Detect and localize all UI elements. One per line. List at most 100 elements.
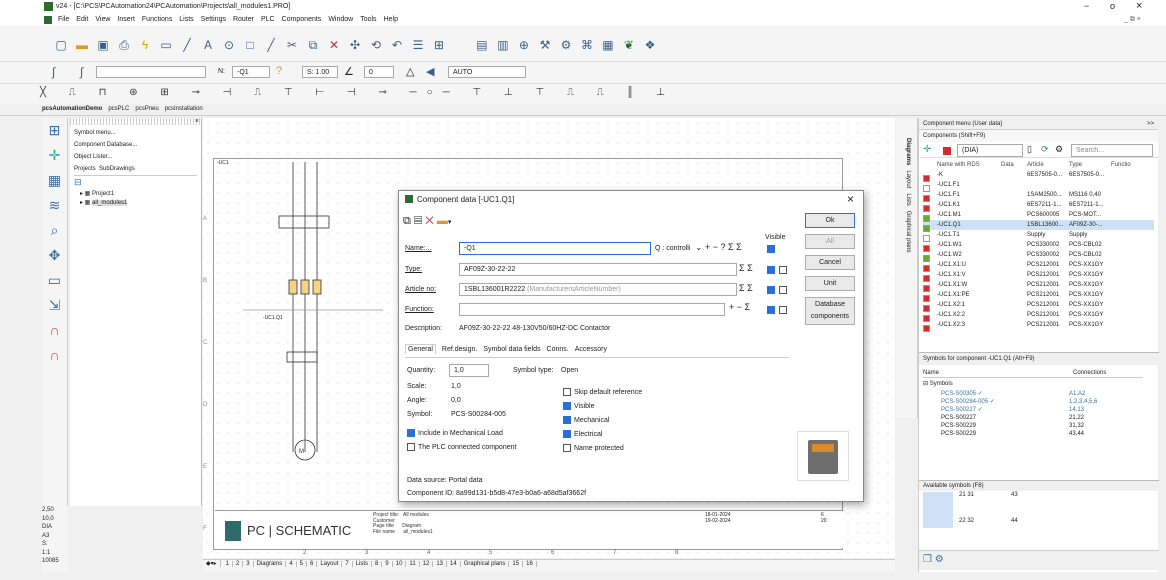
available-symbols[interactable]: 21 31 43 22 32 44 xyxy=(923,492,1149,532)
cancel-button[interactable]: Cancel xyxy=(805,255,855,270)
tree-item-all-modules[interactable]: all_modules1 xyxy=(92,200,128,206)
plus-list-icon[interactable]: ⊕ xyxy=(515,36,533,54)
tab-projects[interactable]: Projects xyxy=(74,166,96,172)
menu-item-edit[interactable]: Edit xyxy=(76,16,88,23)
col-name[interactable]: Name with RDS xyxy=(937,160,1001,170)
refresh-icon[interactable]: ⟳ xyxy=(1041,144,1049,155)
menu-item-router[interactable]: Router xyxy=(233,16,254,23)
panel-close-icon[interactable]: × xyxy=(195,118,199,125)
copy-icon[interactable]: ⧉ xyxy=(304,36,322,54)
tab-layout[interactable]: Layout xyxy=(905,170,911,188)
sym-col-name[interactable]: Name xyxy=(923,368,1073,378)
page-tab[interactable]: 11 xyxy=(406,561,420,567)
page-tab[interactable]: Diagrams xyxy=(254,561,287,567)
component-row[interactable]: -UC1.F1 1SAM2500... MS116 0,40 xyxy=(923,190,1154,202)
database-components-button[interactable]: Database components xyxy=(805,297,855,325)
name-input[interactable]: -Q1 xyxy=(459,242,651,255)
page-tab[interactable]: 10 xyxy=(393,561,407,567)
symbol-strip[interactable]: ╳ ⎍ ⊓ ⊛ ⊞ ⊸ ⊣ ⎍ ⊤ ⊢ ⊣ ⊸ ─○─ ⊤ ⊥ ⊤ ⎍ ⎍ ║ … xyxy=(40,87,675,98)
filter-icon[interactable]: ▯ xyxy=(1027,144,1032,155)
dialog-close-icon[interactable]: × xyxy=(847,192,854,206)
include-mech-checkbox[interactable] xyxy=(407,429,415,437)
component-row[interactable]: -UC1.T1 Supply Supply xyxy=(923,230,1154,242)
menu-item-tools[interactable]: Tools xyxy=(360,16,376,23)
delete-icon[interactable]: ✕ xyxy=(325,36,343,54)
tab-accessory[interactable]: Accessory xyxy=(575,346,607,353)
circle-tool-icon[interactable]: ⊙ xyxy=(220,36,238,54)
name-tools-icon[interactable]: ⌄ + − ? Σ Σ xyxy=(695,242,742,253)
collapse-icon[interactable]: ⊟ xyxy=(923,381,928,387)
function-tools-icon[interactable]: + − Σ xyxy=(729,302,750,312)
mix-icon[interactable]: ❖ xyxy=(641,36,659,54)
component-row[interactable]: -UC1.W2 PCS330002 PCS-CBL02 xyxy=(923,250,1154,262)
page-tab[interactable]: Layout xyxy=(317,561,343,567)
lightning-icon[interactable]: ϟ xyxy=(136,36,154,54)
table-icon[interactable]: ▦ xyxy=(42,168,67,193)
auto-select[interactable]: AUTO xyxy=(448,66,526,78)
menu-item-view[interactable]: View xyxy=(95,16,110,23)
component-row[interactable]: -UC1.M1 PCS600005 PCS-MOT... xyxy=(923,210,1154,222)
plc-connected-checkbox[interactable] xyxy=(407,443,415,451)
sym-col-conns[interactable]: Connections xyxy=(1073,370,1106,376)
gear2-icon[interactable]: ⚙ xyxy=(935,554,944,565)
menu-item-functions[interactable]: Functions xyxy=(142,16,172,23)
wire-icon[interactable]: ∫ xyxy=(52,65,55,79)
quantity-input[interactable]: 1,0 xyxy=(449,364,489,377)
component-row[interactable]: -UC1.X1:PE PCS212001 PCS-XX1GY xyxy=(923,290,1154,302)
menu-item-settings[interactable]: Settings xyxy=(201,16,226,23)
page-tab[interactable]: 5 xyxy=(297,561,307,567)
leaf-icon[interactable]: ❦ xyxy=(620,36,638,54)
check-visible-checkbox[interactable] xyxy=(563,402,571,411)
article-input[interactable]: 1SBL136001R2222 (ManufacturersArticleNum… xyxy=(459,283,737,296)
col-data[interactable]: Data xyxy=(1001,160,1027,170)
settings-icon[interactable]: ⚙ xyxy=(557,36,575,54)
unit-button[interactable]: Unit xyxy=(805,276,855,291)
article-extra-checkbox[interactable] xyxy=(779,286,787,294)
level-select[interactable]: 0 xyxy=(364,66,394,78)
add-icon[interactable]: ✛ xyxy=(923,144,931,155)
symbol-row[interactable]: PCS-S00305 ✓ A1,A2 xyxy=(941,390,1141,398)
component-row[interactable]: -UC1.F1 xyxy=(923,180,1154,192)
type-input[interactable]: AF09Z-30-22-22 xyxy=(459,263,737,276)
component-db-item[interactable]: Component Database... xyxy=(74,139,197,151)
monitor-icon[interactable]: ▦ xyxy=(599,36,617,54)
tab-lists[interactable]: Lists xyxy=(905,193,911,205)
check-skip-default-reference-checkbox[interactable] xyxy=(563,388,571,397)
page-tab[interactable]: 3 xyxy=(243,561,254,567)
function-visible-checkbox[interactable] xyxy=(767,306,775,314)
component-row[interactable]: -K 6ES7505-0... 6ES7505-0... xyxy=(923,170,1154,182)
name-field[interactable]: -Q1 xyxy=(232,66,270,78)
menu-item-help[interactable]: Help xyxy=(384,16,398,23)
type-sum-icon[interactable]: Σ Σ xyxy=(739,263,753,273)
folder-dropdown-icon[interactable]: ▾ xyxy=(448,219,452,226)
page-tab[interactable]: Graphical plans xyxy=(461,561,510,567)
menu-item-lists[interactable]: Lists xyxy=(179,16,193,23)
selected-symbol[interactable] xyxy=(923,492,953,528)
expand-icon[interactable]: >> xyxy=(1147,121,1154,127)
nav-arrows-icon[interactable]: ◆▾▸ xyxy=(203,560,221,567)
file-tab[interactable]: pcsAutomationDemo xyxy=(42,106,102,112)
minimize-button[interactable]: − xyxy=(1084,1,1089,11)
gear-icon[interactable]: ⚙ xyxy=(1055,144,1063,155)
component-row[interactable]: -UC1.K1 6ES7211-1... 6ES7211-1... xyxy=(923,200,1154,212)
dia-select[interactable]: (DIA) xyxy=(957,144,1023,157)
arrow-left-icon[interactable]: ◀ xyxy=(426,65,434,78)
check-name-protected-checkbox[interactable] xyxy=(563,444,571,453)
page-tab[interactable]: 12 xyxy=(420,561,434,567)
page-tab[interactable]: 13 xyxy=(433,561,448,567)
menu-item-components[interactable]: Components xyxy=(282,16,322,23)
page-tab[interactable]: 1 xyxy=(223,561,233,567)
tab-ref-design[interactable]: Ref.design. xyxy=(442,346,477,353)
check-electrical-checkbox[interactable] xyxy=(563,430,571,439)
search-icon[interactable]: ⌕ xyxy=(42,218,67,243)
delete-data-icon[interactable]: ✕ xyxy=(425,215,433,227)
ok-button[interactable]: Ok xyxy=(805,213,855,228)
wire2-icon[interactable]: ∫ xyxy=(80,65,83,79)
symbol-row[interactable]: PCS-S00227 21,22 xyxy=(941,414,1141,422)
page-tab[interactable]: 2 xyxy=(233,561,244,567)
type-extra-checkbox[interactable] xyxy=(779,266,787,274)
magic-icon[interactable]: ⟲ xyxy=(367,36,385,54)
move-icon[interactable]: ✣ xyxy=(346,36,364,54)
magnet2-icon[interactable]: ∩ xyxy=(42,343,67,368)
symbol-row[interactable]: PCS-S00227 ✓ 14,13 xyxy=(941,406,1141,414)
